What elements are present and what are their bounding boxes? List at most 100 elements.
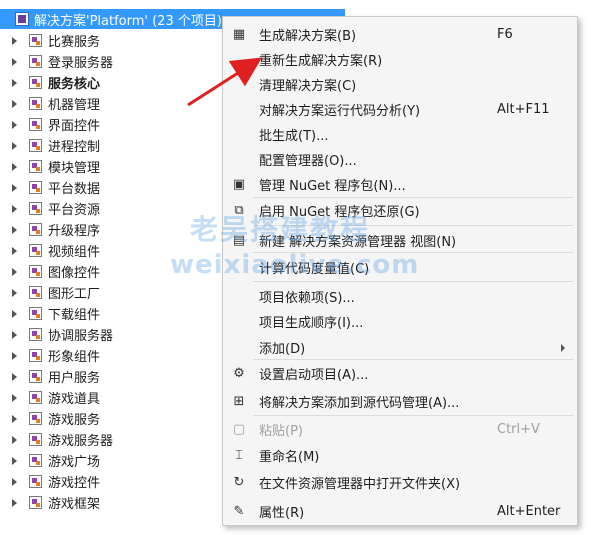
expand-arrow-icon[interactable] <box>12 372 17 381</box>
menu-item[interactable]: ↻ 在文件资源管理器中打开文件夹(X) <box>223 470 577 495</box>
expand-arrow-icon[interactable] <box>12 120 17 129</box>
expand-arrow-icon[interactable] <box>12 225 17 234</box>
menu-item[interactable]: 添加(D) <box>223 335 577 360</box>
project-label: 比赛服务 <box>48 35 101 50</box>
expand-arrow-icon[interactable] <box>12 435 17 444</box>
expand-arrow-icon[interactable] <box>12 162 17 171</box>
menu-item-shortcut: Alt+Enter <box>497 504 561 519</box>
tree-row[interactable]: 图形工厂 <box>0 282 113 303</box>
menu-item[interactable]: 清理解决方案(C) <box>223 72 577 97</box>
menu-item[interactable]: ⊞ 将解决方案添加到源代码管理(A)... <box>223 389 577 414</box>
menu-item[interactable]: ▤ 新建 解决方案资源管理器 视图(N) <box>223 228 577 253</box>
menu-item-label: 配置管理器(O)... <box>259 154 357 169</box>
menu-item[interactable]: 对解决方案运行代码分析(Y) Alt+F11 <box>223 97 577 122</box>
menu-item-label: 项目生成顺序(I)... <box>259 316 364 331</box>
expand-arrow-icon[interactable] <box>12 267 17 276</box>
expand-arrow-icon[interactable] <box>12 309 17 318</box>
expand-arrow-icon[interactable] <box>12 498 17 507</box>
project-icon <box>29 160 42 173</box>
menu-item[interactable]: 计算代码度量值(C) <box>223 255 577 280</box>
expand-arrow-icon[interactable] <box>12 414 17 423</box>
menu-item[interactable]: ▣ 管理 NuGet 程序包(N)... <box>223 172 577 197</box>
expand-arrow-icon[interactable] <box>12 330 17 339</box>
project-label: 协调服务器 <box>48 329 114 344</box>
project-icon <box>29 496 42 509</box>
source-control-icon: ⊞ <box>233 393 245 409</box>
tree-row[interactable]: 平台资源 <box>0 198 113 219</box>
tree-row[interactable]: 升级程序 <box>0 219 113 240</box>
expand-arrow-icon[interactable] <box>12 57 17 66</box>
project-label: 平台资源 <box>48 203 101 218</box>
project-label: 界面控件 <box>48 119 101 134</box>
tree-row[interactable]: 游戏控件 <box>0 471 113 492</box>
expand-arrow-icon[interactable] <box>12 78 17 87</box>
tree-row[interactable]: 游戏服务 <box>0 408 113 429</box>
menu-item[interactable]: 项目生成顺序(I)... <box>223 309 577 334</box>
project-label: 用户服务 <box>48 371 101 386</box>
menu-item[interactable]: 项目依赖项(S)... <box>223 284 577 309</box>
tree-row[interactable]: 平台数据 <box>0 177 113 198</box>
expand-arrow-icon[interactable] <box>12 204 17 213</box>
project-label: 游戏服务器 <box>48 434 114 449</box>
tree-row[interactable]: 图像控件 <box>0 261 113 282</box>
project-icon <box>29 97 42 110</box>
expand-arrow-icon[interactable] <box>12 36 17 45</box>
tree-row[interactable]: 进程控制 <box>0 135 113 156</box>
menu-item[interactable]: ⧉ 启用 NuGet 程序包还原(G) <box>223 198 577 223</box>
menu-item-label: 批生成(T)... <box>259 129 329 144</box>
project-icon <box>29 265 42 278</box>
project-icon <box>29 412 42 425</box>
project-label: 视频组件 <box>48 245 101 260</box>
expand-arrow-icon[interactable] <box>12 393 17 402</box>
tree-row[interactable]: 游戏服务器 <box>0 429 113 450</box>
tree-row[interactable]: 游戏道具 <box>0 387 113 408</box>
menu-item[interactable]: 配置管理器(O)... <box>223 147 577 172</box>
tree-row[interactable]: 形象组件 <box>0 345 113 366</box>
expand-arrow-icon[interactable] <box>12 477 17 486</box>
project-icon <box>29 139 42 152</box>
tree-row[interactable]: 协调服务器 <box>0 324 113 345</box>
expand-arrow-icon[interactable] <box>12 183 17 192</box>
menu-item-label: 粘贴(P) <box>259 424 303 439</box>
tree-row[interactable]: 比赛服务 <box>0 30 113 51</box>
tree-row[interactable]: 用户服务 <box>0 366 113 387</box>
expand-arrow-icon[interactable] <box>12 141 17 150</box>
expand-arrow-icon[interactable] <box>12 351 17 360</box>
menu-item[interactable]: ✎ 属性(R) Alt+Enter <box>223 499 577 524</box>
tree-row[interactable]: 机器管理 <box>0 93 113 114</box>
menu-item[interactable]: ▦ 生成解决方案(B) F6 <box>223 22 577 47</box>
tree-row[interactable]: 游戏广场 <box>0 450 113 471</box>
project-icon <box>29 202 42 215</box>
menu-item-label: 重命名(M) <box>259 450 320 465</box>
menu-item-label: 添加(D) <box>259 342 306 357</box>
expand-arrow-icon[interactable] <box>12 288 17 297</box>
project-icon <box>29 391 42 404</box>
expand-arrow-icon[interactable] <box>12 99 17 108</box>
project-icon <box>29 475 42 488</box>
solution-icon <box>15 12 29 26</box>
menu-item[interactable]: ⌶ 重命名(M) <box>223 443 577 468</box>
menu-separator <box>253 225 573 226</box>
menu-item-label: 新建 解决方案资源管理器 视图(N) <box>259 235 457 250</box>
menu-item[interactable]: 重新生成解决方案(R) <box>223 47 577 72</box>
tree-row[interactable]: 登录服务器 <box>0 51 113 72</box>
expand-arrow-icon[interactable] <box>12 456 17 465</box>
project-icon <box>29 349 42 362</box>
menu-item-label: 重新生成解决方案(R) <box>259 54 383 69</box>
menu-item[interactable]: 批生成(T)... <box>223 122 577 147</box>
menu-item-shortcut: F6 <box>497 27 513 42</box>
tree-row[interactable]: 模块管理 <box>0 156 113 177</box>
menu-item[interactable]: ⚙ 设置启动项目(A)... <box>223 361 577 386</box>
rename-icon: ⌶ <box>235 447 243 463</box>
project-label: 登录服务器 <box>48 56 114 71</box>
project-label: 游戏广场 <box>48 455 101 470</box>
menu-item-label: 启用 NuGet 程序包还原(G) <box>259 205 420 220</box>
tree-row[interactable]: 服务核心 <box>0 72 113 93</box>
project-icon <box>29 34 42 47</box>
menu-separator <box>253 415 573 416</box>
tree-row[interactable]: 下载组件 <box>0 303 113 324</box>
tree-row[interactable]: 游戏框架 <box>0 492 113 513</box>
tree-row[interactable]: 视频组件 <box>0 240 113 261</box>
tree-row[interactable]: 界面控件 <box>0 114 113 135</box>
expand-arrow-icon[interactable] <box>12 246 17 255</box>
